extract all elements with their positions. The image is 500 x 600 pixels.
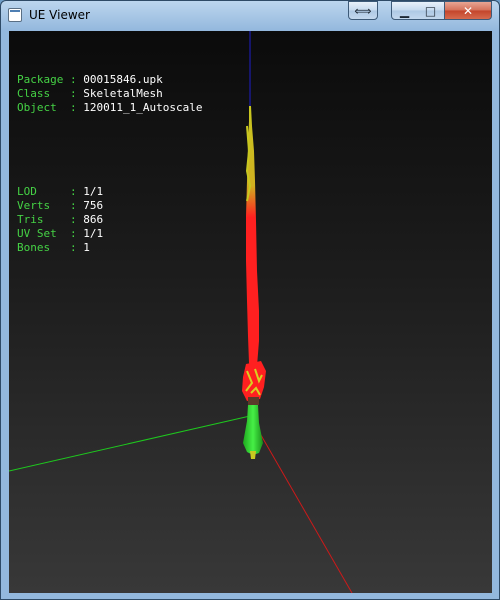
pommel-mesh — [250, 451, 256, 459]
ue-viewer-window: UE Viewer ⟺ ▁ □ ✕ Package: 00015846.upk… — [0, 0, 500, 600]
info-separator: : — [63, 213, 84, 226]
info-value: 00015846.upk — [83, 73, 163, 86]
info-row: Object : 120011_1_Autoscale — [17, 101, 202, 115]
info-group-object: Package : 00015846.upk Class : SkeletalMe… — [17, 73, 202, 115]
minimize-icon: ▁ — [399, 3, 410, 18]
info-row: LOD : 1/1 — [17, 185, 202, 199]
info-value: 1 — [83, 241, 90, 254]
info-separator: : — [63, 185, 84, 198]
info-row: Class : SkeletalMesh — [17, 87, 202, 101]
collar-mesh — [248, 397, 259, 405]
info-label: Verts — [17, 199, 64, 212]
info-value: 1/1 — [83, 227, 104, 240]
x-axis-line — [249, 415, 353, 593]
app-window-icon — [8, 8, 22, 22]
info-label: LOD — [17, 185, 64, 198]
resize-toggle-button[interactable]: ⟺ — [348, 1, 378, 20]
info-group-stats: LOD : 1/1 Verts : 756 Tris : 866 UV Set : 1… — [17, 185, 202, 255]
info-value: 1/1 — [83, 185, 104, 198]
info-label: Bones — [17, 241, 64, 254]
y-axis-line — [9, 415, 251, 472]
info-separator: : — [63, 199, 84, 212]
info-separator: : — [63, 101, 84, 114]
info-label: Class — [17, 87, 64, 100]
info-row: Verts : 756 — [17, 199, 202, 213]
info-separator: : — [63, 73, 84, 86]
guard-mesh — [242, 361, 266, 401]
info-row: Bones : 1 — [17, 241, 202, 255]
close-icon: ✕ — [462, 3, 474, 18]
info-label: Tris — [17, 213, 64, 226]
maximize-icon: □ — [424, 3, 437, 18]
info-value: SkeletalMesh — [83, 87, 163, 100]
info-separator: : — [63, 87, 84, 100]
3d-viewport[interactable]: Package : 00015846.upk Class : SkeletalMe… — [9, 31, 492, 593]
window-title: UE Viewer — [29, 8, 90, 22]
info-value: 120011_1_Autoscale — [83, 101, 203, 114]
info-value: 756 — [83, 199, 104, 212]
info-value: 866 — [83, 213, 104, 226]
info-separator: : — [63, 241, 84, 254]
info-row: Tris : 866 — [17, 213, 202, 227]
info-row: UV Set : 1/1 — [17, 227, 202, 241]
handle-mesh — [243, 405, 263, 455]
mesh-info-overlay: Package : 00015846.upk Class : SkeletalMe… — [17, 45, 202, 283]
info-row: Package : 00015846.upk — [17, 73, 202, 87]
minimize-button[interactable]: ▁ — [391, 1, 418, 20]
resize-arrows-icon: ⟺ — [354, 3, 372, 18]
maximize-button[interactable]: □ — [417, 1, 444, 20]
close-button[interactable]: ✕ — [444, 1, 492, 20]
info-label: Package — [17, 73, 64, 86]
info-label: UV Set — [17, 227, 64, 240]
info-separator: : — [63, 227, 84, 240]
info-label: Object — [17, 101, 64, 114]
